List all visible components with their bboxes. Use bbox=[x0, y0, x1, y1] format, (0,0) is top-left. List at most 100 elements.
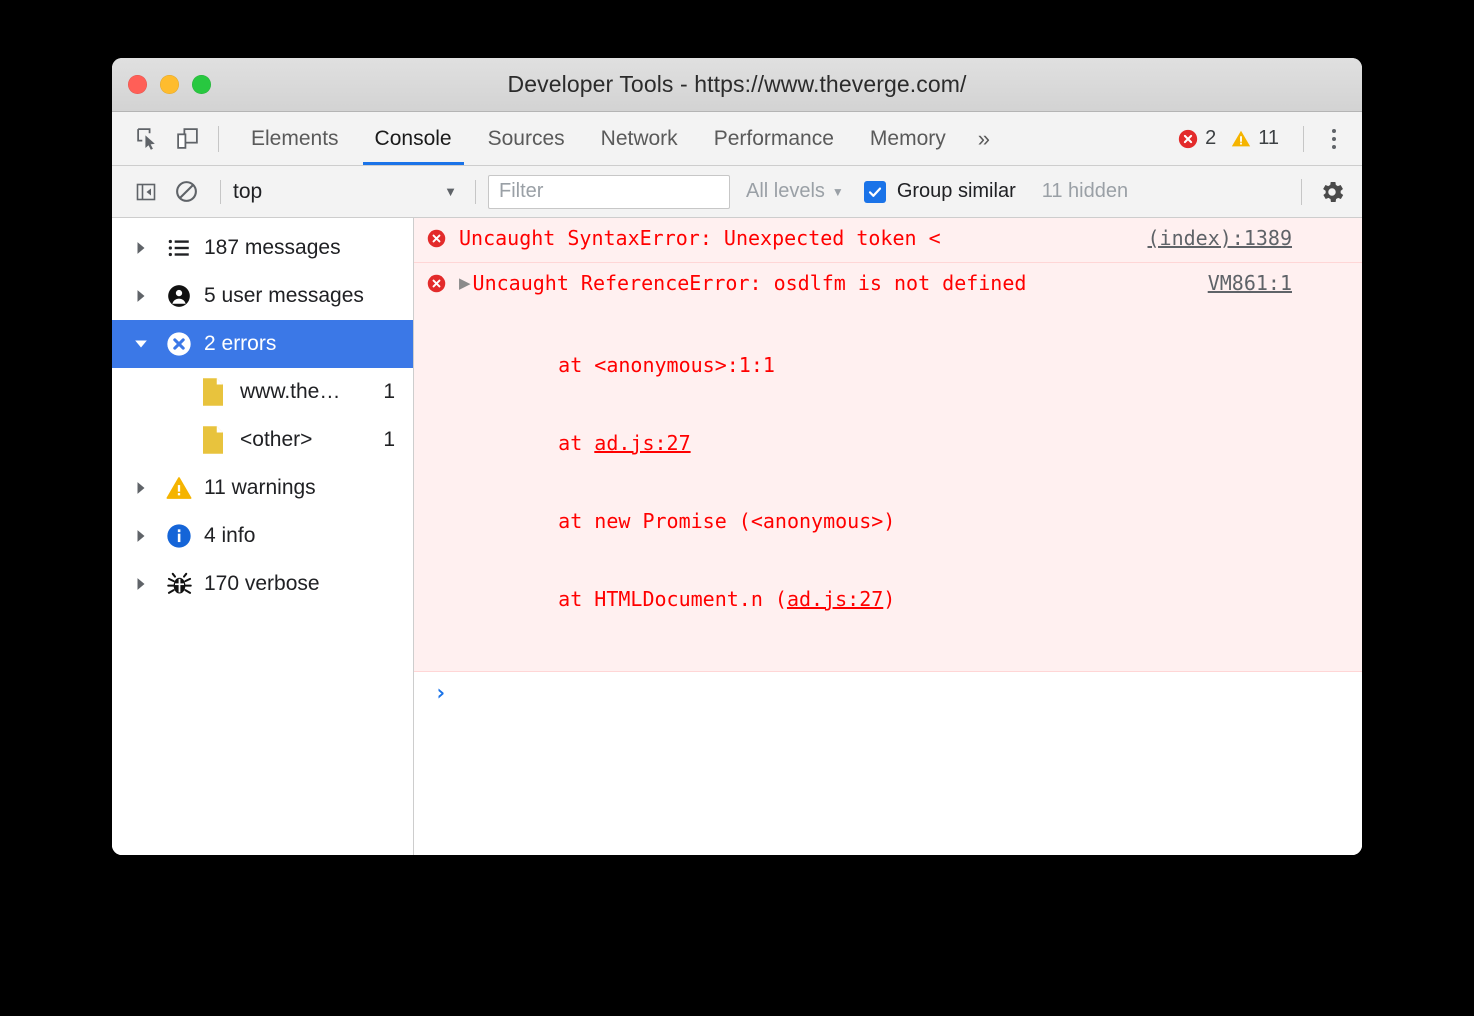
stack-frame: at <anonymous>:1:1 bbox=[510, 352, 1362, 378]
sidebar-item-label: 2 errors bbox=[204, 332, 413, 356]
more-tabs-icon[interactable]: » bbox=[964, 126, 1004, 152]
close-window-button[interactable] bbox=[128, 75, 147, 94]
sidebar-item-errors[interactable]: 2 errors bbox=[112, 320, 413, 368]
sidebar-item-info[interactable]: 4 info bbox=[112, 512, 413, 560]
stack-frame-suffix: ) bbox=[883, 587, 895, 611]
tab-label: Memory bbox=[870, 127, 946, 151]
sidebar-item-label: 5 user messages bbox=[204, 284, 413, 308]
chevron-down-icon: ▼ bbox=[832, 185, 844, 199]
file-icon bbox=[196, 377, 230, 407]
window-title: Developer Tools - https://www.theverge.c… bbox=[112, 71, 1362, 98]
stack-frame: at new Promise (<anonymous>) bbox=[510, 508, 1362, 534]
tab-bar-right: 2 11 bbox=[1177, 112, 1362, 165]
triangle-down-icon[interactable] bbox=[134, 337, 160, 351]
file-icon bbox=[196, 425, 230, 455]
triangle-right-icon[interactable] bbox=[134, 529, 160, 543]
gear-icon[interactable] bbox=[1318, 178, 1346, 206]
maximize-window-button[interactable] bbox=[192, 75, 211, 94]
issue-counts[interactable]: 2 11 bbox=[1177, 127, 1287, 150]
console-stack-trace: at <anonymous>:1:1 at ad.js:27 at new Pr… bbox=[414, 300, 1362, 664]
clear-console-icon[interactable] bbox=[168, 174, 204, 210]
sidebar-item-label: www.the… bbox=[240, 380, 383, 404]
tab-sources[interactable]: Sources bbox=[470, 112, 583, 165]
group-similar-label: Group similar bbox=[897, 180, 1016, 203]
execution-context-selector[interactable]: top ▼ bbox=[233, 174, 463, 210]
triangle-right-icon[interactable] bbox=[134, 577, 160, 591]
devtools-window: Developer Tools - https://www.theverge.c… bbox=[112, 58, 1362, 855]
device-toolbar-icon[interactable] bbox=[170, 122, 204, 156]
kebab-menu-icon[interactable] bbox=[1320, 125, 1348, 153]
info-circle-icon bbox=[160, 522, 198, 550]
window-controls bbox=[128, 58, 211, 111]
tab-elements[interactable]: Elements bbox=[233, 112, 357, 165]
devtools-tab-bar: Elements Console Sources Network Perform… bbox=[112, 112, 1362, 166]
log-level-selector[interactable]: All levels ▼ bbox=[746, 180, 844, 203]
group-similar-toggle[interactable]: Group similar bbox=[864, 180, 1016, 203]
tab-console[interactable]: Console bbox=[357, 112, 470, 165]
error-circle-icon bbox=[426, 228, 447, 255]
console-settings bbox=[1285, 178, 1362, 206]
stack-frame-text: at HTMLDocument.n ( bbox=[510, 587, 787, 611]
minimize-window-button[interactable] bbox=[160, 75, 179, 94]
toolbar-divider bbox=[1301, 179, 1302, 205]
sidebar-item-warnings[interactable]: 11 warnings bbox=[112, 464, 413, 512]
error-circle-icon bbox=[426, 273, 447, 300]
tab-label: Sources bbox=[488, 127, 565, 151]
console-message-source-link[interactable]: (index):1389 bbox=[1148, 225, 1293, 251]
sidebar-item-label: 4 info bbox=[204, 524, 413, 548]
sidebar-item-count: 1 bbox=[383, 380, 413, 404]
filter-placeholder: Filter bbox=[499, 180, 543, 203]
prompt-caret-icon: › bbox=[434, 681, 447, 706]
stack-frame-text: at new Promise (<anonymous>) bbox=[510, 509, 895, 533]
console-sidebar-tree: 187 messages 5 user messages bbox=[112, 218, 414, 855]
panel-tabs: Elements Console Sources Network Perform… bbox=[233, 112, 1004, 165]
sidebar-item-label: 187 messages bbox=[204, 236, 413, 260]
error-circle-icon bbox=[1177, 128, 1199, 150]
error-circle-icon bbox=[160, 330, 198, 358]
triangle-right-icon[interactable] bbox=[134, 289, 160, 303]
sidebar-item-error-source-other[interactable]: <other> 1 bbox=[112, 416, 413, 464]
inspect-element-icon[interactable] bbox=[130, 122, 164, 156]
user-icon bbox=[160, 283, 198, 309]
triangle-right-icon[interactable] bbox=[134, 481, 160, 495]
log-level-value: All levels bbox=[746, 180, 825, 203]
sidebar-item-messages[interactable]: 187 messages bbox=[112, 224, 413, 272]
group-similar-checkbox[interactable] bbox=[864, 181, 886, 203]
console-message-error[interactable]: Uncaught SyntaxError: Unexpected token <… bbox=[414, 218, 1362, 263]
tab-label: Console bbox=[375, 127, 452, 151]
sidebar-item-label: 11 warnings bbox=[204, 476, 413, 500]
triangle-right-icon[interactable]: ▶ bbox=[459, 270, 471, 296]
stack-frame-link[interactable]: ad.js:27 bbox=[787, 587, 883, 611]
toolbar-divider bbox=[475, 180, 476, 204]
sidebar-item-user-messages[interactable]: 5 user messages bbox=[112, 272, 413, 320]
stack-frame-text: at <anonymous>:1:1 bbox=[510, 353, 775, 377]
sidebar-item-count: 1 bbox=[383, 428, 413, 452]
tab-performance[interactable]: Performance bbox=[696, 112, 852, 165]
sidebar-item-label: 170 verbose bbox=[204, 572, 413, 596]
checkmark-icon bbox=[867, 184, 883, 200]
title-bar: Developer Tools - https://www.theverge.c… bbox=[112, 58, 1362, 112]
warning-triangle-icon bbox=[160, 474, 198, 502]
stack-frame: at HTMLDocument.n (ad.js:27) bbox=[510, 586, 1362, 612]
tab-network[interactable]: Network bbox=[583, 112, 696, 165]
toolbar-divider bbox=[220, 180, 221, 204]
sidebar-item-error-source[interactable]: www.the… 1 bbox=[112, 368, 413, 416]
warning-count: 11 bbox=[1258, 127, 1279, 150]
console-prompt[interactable]: › bbox=[414, 672, 1362, 714]
console-message-error[interactable]: ▶ Uncaught ReferenceError: osdlfm is not… bbox=[414, 263, 1362, 672]
console-message-list[interactable]: Uncaught SyntaxError: Unexpected token <… bbox=[414, 218, 1362, 855]
sidebar-item-verbose[interactable]: 170 verbose bbox=[112, 560, 413, 608]
tab-memory[interactable]: Memory bbox=[852, 112, 964, 165]
error-count: 2 bbox=[1205, 127, 1216, 150]
bug-icon bbox=[160, 571, 198, 598]
console-message-source-link[interactable]: VM861:1 bbox=[1208, 270, 1292, 296]
tab-label: Performance bbox=[714, 127, 834, 151]
stack-frame: at ad.js:27 bbox=[510, 430, 1362, 456]
filter-input[interactable]: Filter bbox=[488, 175, 730, 209]
tab-label: Network bbox=[601, 127, 678, 151]
execution-context-value: top bbox=[233, 180, 262, 204]
toolbar-divider bbox=[218, 126, 219, 152]
console-sidebar-toggle-icon[interactable] bbox=[128, 174, 164, 210]
triangle-right-icon[interactable] bbox=[134, 241, 160, 255]
stack-frame-link[interactable]: ad.js:27 bbox=[594, 431, 690, 455]
